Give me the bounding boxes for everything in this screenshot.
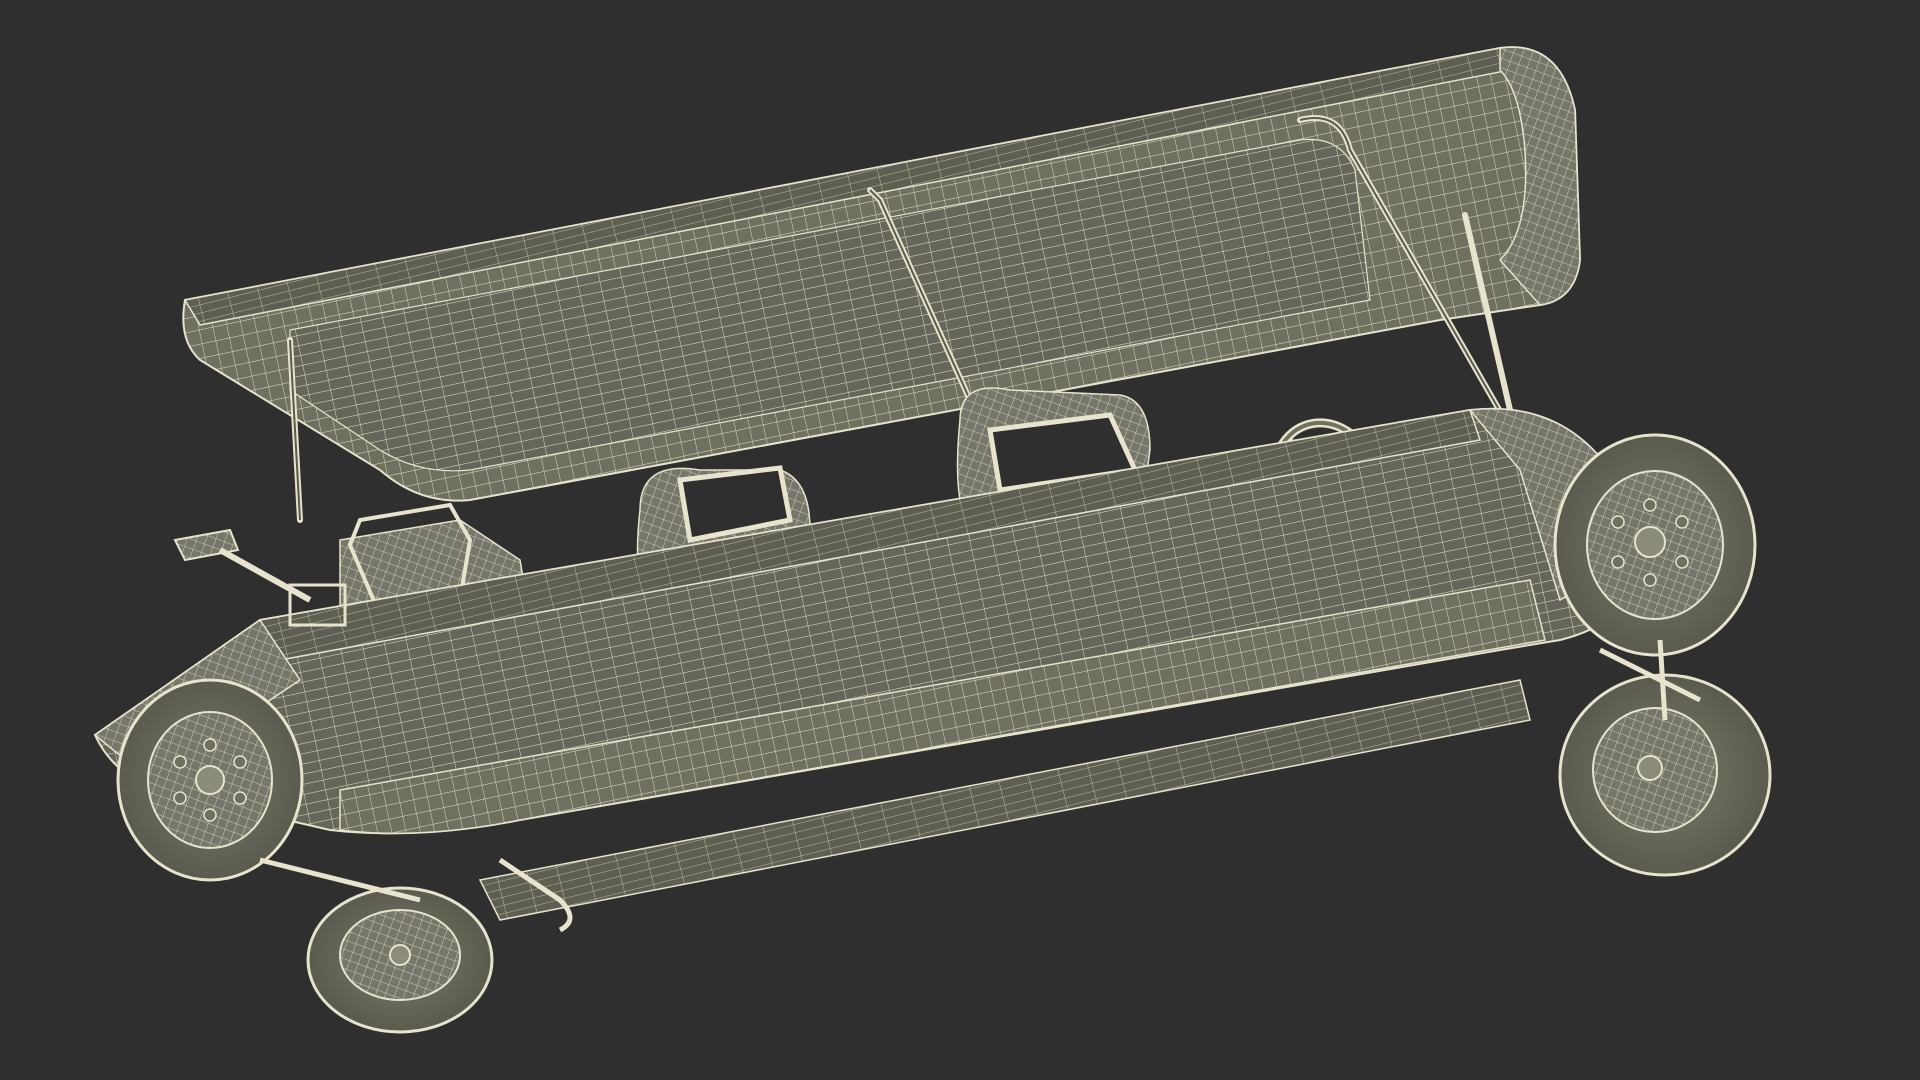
rear-right-wheel bbox=[306, 886, 494, 1034]
front-left-wheel bbox=[1553, 433, 1757, 657]
3d-viewport[interactable] bbox=[0, 0, 1920, 1080]
rear-left-wheel bbox=[116, 678, 304, 882]
cart-body bbox=[93, 407, 1633, 921]
wireframe-render bbox=[93, 46, 1772, 1034]
